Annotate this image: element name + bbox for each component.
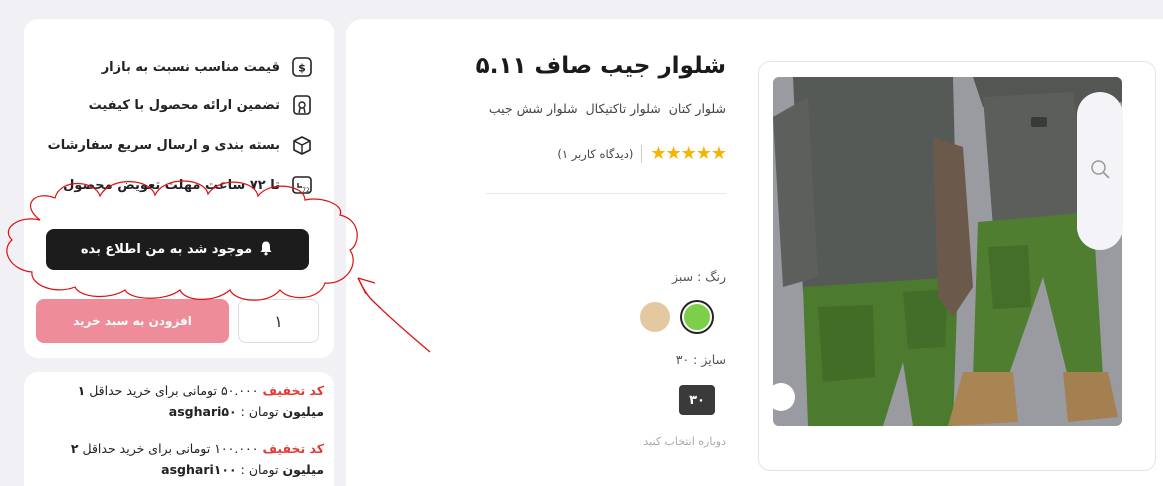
- notify-label: موجود شد به من اطلاع بده: [80, 242, 253, 257]
- coupon-text: ۵۰.۰۰۰ تومانی برای خرید حداقل: [89, 383, 259, 398]
- tag-link[interactable]: شلوار شش جیب: [489, 101, 578, 116]
- size-label: سایز : ۳۰: [675, 352, 726, 367]
- product-gallery: [758, 61, 1156, 471]
- product-image[interactable]: [773, 77, 1122, 426]
- coupon-code[interactable]: asghari۵۰: [169, 404, 237, 419]
- tag-link[interactable]: شلوار تاکتیکال: [586, 101, 661, 116]
- review-count[interactable]: (دیدگاه کاربر ۱): [557, 147, 633, 161]
- color-label: رنگ : سبز: [671, 269, 726, 284]
- rating: ★★★★★ (دیدگاه کاربر ۱): [557, 143, 727, 164]
- feature-return: 72 تا ۷۲ ساعت مهلت تعویض محصول: [63, 172, 314, 198]
- coupon-tag: کد تخفیف: [262, 441, 324, 456]
- divider: [641, 144, 643, 163]
- feature-shipping: بسته بندی و ارسال سریع سفارشات: [48, 132, 314, 158]
- feature-label: تا ۷۲ ساعت مهلت تعویض محصول: [63, 177, 280, 193]
- add-to-cart-button[interactable]: افزودن به سبد خرید: [36, 299, 229, 343]
- feature-quality: تضمین ارائه محصول با کیفیت: [89, 92, 314, 118]
- coupon-text: ۱۰۰.۰۰۰ تومانی برای خرید حداقل: [82, 441, 259, 456]
- reset-selection-link[interactable]: دوباره انتخاب کنید: [643, 435, 726, 448]
- certificate-icon: [290, 93, 314, 117]
- feature-label: بسته بندی و ارسال سریع سفارشات: [47, 137, 280, 153]
- notify-when-available-button[interactable]: موجود شد به من اطلاع بده: [46, 229, 309, 270]
- bell-icon: [258, 240, 274, 260]
- coupon-item: کد تخفیف ۱۰۰.۰۰۰ تومانی برای خرید حداقل …: [34, 438, 324, 480]
- coupon-unit: تومان :: [240, 462, 279, 477]
- color-swatch-beige[interactable]: [640, 302, 670, 332]
- package-icon: [290, 133, 314, 157]
- color-swatch-green[interactable]: [682, 302, 712, 332]
- svg-text:72: 72: [302, 187, 310, 194]
- zoom-button[interactable]: [1077, 92, 1123, 250]
- feature-price: $ قیمت مناسب نسبت به بازار: [102, 54, 314, 80]
- coupon-code[interactable]: asghari۱۰۰: [161, 462, 237, 477]
- divider: [486, 193, 726, 194]
- search-icon: [1089, 158, 1111, 184]
- feature-label: تضمین ارائه محصول با کیفیت: [88, 97, 280, 113]
- coupon-unit: تومان :: [240, 404, 279, 419]
- feature-label: قیمت مناسب نسبت به بازار: [101, 59, 280, 75]
- coupon-tag: کد تخفیف: [262, 383, 324, 398]
- product-tags: شلوار کتان شلوار تاکتیکال شلوار شش جیب: [489, 101, 726, 116]
- size-option[interactable]: ۳۰: [679, 385, 715, 415]
- quantity-input[interactable]: ۱: [238, 299, 319, 343]
- coupon-box: کد تخفیف ۵۰.۰۰۰ تومانی برای خرید حداقل ۱…: [24, 372, 334, 486]
- product-card: شلوار جیب صاف ۵.۱۱ شلوار کتان شلوار تاکت…: [346, 19, 1163, 486]
- dollar-icon: $: [290, 55, 314, 79]
- return-72h-icon: 72: [290, 173, 314, 197]
- product-title: شلوار جیب صاف ۵.۱۱: [475, 53, 726, 79]
- coupon-item: کد تخفیف ۵۰.۰۰۰ تومانی برای خرید حداقل ۱…: [34, 380, 324, 422]
- svg-text:$: $: [298, 62, 306, 75]
- rating-stars: ★★★★★: [650, 143, 727, 164]
- tag-link[interactable]: شلوار کتان: [669, 101, 726, 116]
